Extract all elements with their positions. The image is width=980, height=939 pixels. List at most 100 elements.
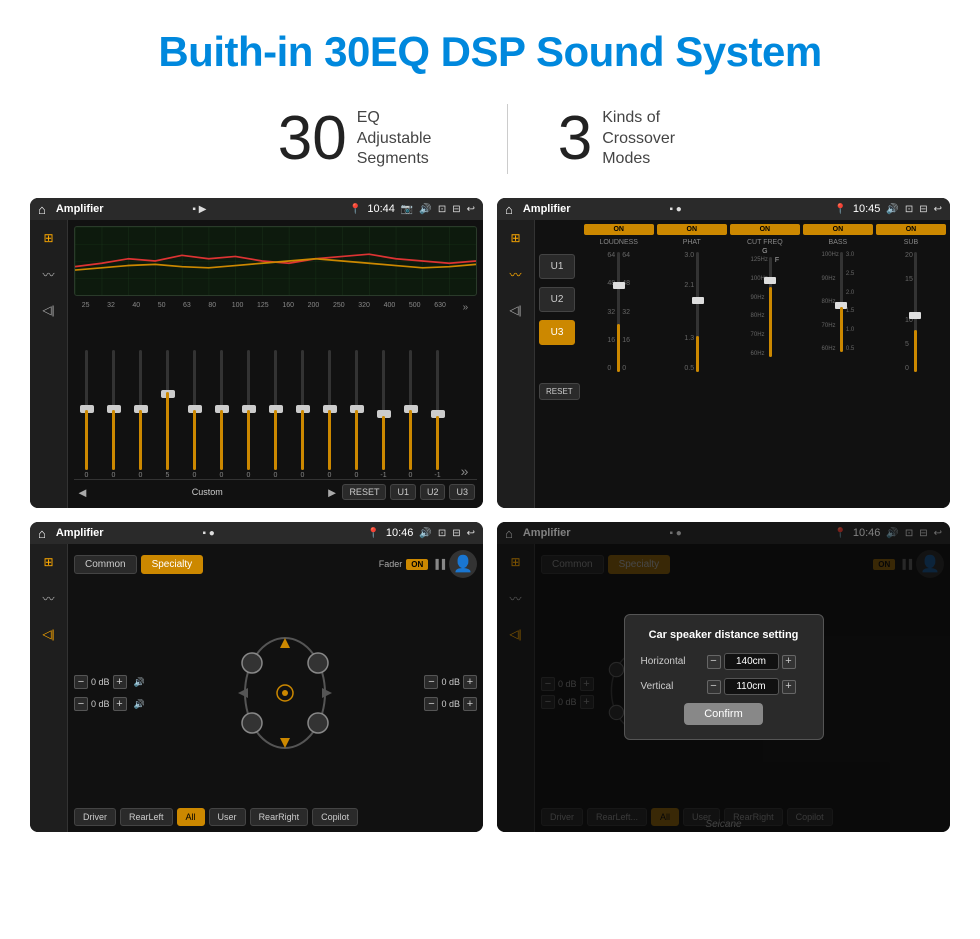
screen3-content: ⊞ 〰 ◁| Common Specialty Fader ON ▐▐ 👤 (30, 544, 483, 832)
loudness-label: LOUDNESS (599, 239, 638, 246)
eq-graph (74, 226, 477, 296)
screen4: ⌂ Amplifier ▪ ● 📍 10:46 🔊 ⊡ ⊟ ↩ ⊞ 〰 ◁| C… (497, 522, 950, 832)
copilot-btn-s3[interactable]: Copilot (312, 808, 358, 826)
sidebar-wave-icon-s3[interactable]: 〰 (37, 588, 61, 608)
sidebar-wave-icon-s2[interactable]: 〰 (504, 264, 528, 284)
home-icon-s2[interactable]: ⌂ (505, 202, 513, 217)
freq-32: 32 (99, 302, 122, 313)
prev-icon[interactable]: ◄ (76, 485, 89, 500)
fader-3[interactable]: 0 (128, 350, 153, 479)
sub-on: ON (876, 224, 946, 235)
screen3-statusbar: ⌂ Amplifier ▪ ● 📍 10:46 🔊 ⊡ ⊟ ↩ (30, 522, 483, 544)
fader-4[interactable]: 5 (155, 350, 180, 479)
sub-fader[interactable] (914, 252, 917, 372)
bass-on: ON (803, 224, 873, 235)
phat-label: PHAT (683, 239, 701, 246)
freq-500: 500 (403, 302, 426, 313)
confirm-button[interactable]: Confirm (684, 703, 763, 725)
reset-button-s1[interactable]: RESET (342, 484, 386, 500)
specialty-tab-s3[interactable]: Specialty (141, 555, 204, 574)
fader-1[interactable]: 0 (74, 350, 99, 479)
freq-630: 630 (428, 302, 451, 313)
fader-11[interactable]: 0 (344, 350, 369, 479)
reset-btn-s2[interactable]: RESET (539, 383, 580, 400)
back-icon-s2[interactable]: ↩ (934, 204, 942, 215)
person-icon-s3: 👤 (449, 550, 477, 578)
car-diagram-area-s3 (151, 582, 419, 804)
rearleft-btn-s3[interactable]: RearLeft (120, 808, 173, 826)
screen-icon: ⊡ (438, 204, 446, 215)
screen3-icons: ▪ ● (202, 528, 214, 539)
sidebar-eq-icon-s3[interactable]: ⊞ (37, 552, 61, 572)
sidebar-wave-icon[interactable]: 〰 (37, 264, 61, 284)
home-icon-s3[interactable]: ⌂ (38, 526, 46, 541)
minus-btn-2-s3[interactable]: − (74, 697, 88, 711)
sidebar-speaker-icon-s3[interactable]: ◁| (37, 624, 61, 644)
horizontal-minus-btn[interactable]: − (707, 655, 721, 669)
sidebar-speaker-icon[interactable]: ◁| (37, 300, 61, 320)
sidebar-eq-icon-s2[interactable]: ⊞ (504, 228, 528, 248)
volume-icon-s3: 🔊 (419, 528, 431, 539)
sidebar-speaker-icon-s2[interactable]: ◁| (504, 300, 528, 320)
fader-5[interactable]: 0 (182, 350, 207, 479)
loudness-fader[interactable] (617, 252, 620, 372)
cutfreq-label: CUT FREQ (747, 239, 783, 246)
freq-63: 63 (175, 302, 198, 313)
plus-btn-2-s3[interactable]: + (113, 697, 127, 711)
volume-icon-s2: 🔊 (886, 204, 898, 215)
freq-40: 40 (125, 302, 148, 313)
fader-9[interactable]: 0 (290, 350, 315, 479)
user-btn-s3[interactable]: User (209, 808, 246, 826)
minus-btn-1-s3[interactable]: − (74, 675, 88, 689)
horizontal-row: Horizontal − 140cm + (641, 653, 807, 670)
fader-2[interactable]: 0 (101, 350, 126, 479)
plus-btn-3-s3[interactable]: + (463, 675, 477, 689)
plus-btn-4-s3[interactable]: + (463, 697, 477, 711)
bottom-buttons-s3: Driver RearLeft All User RearRight Copil… (74, 808, 477, 826)
back-icon[interactable]: ↩ (467, 204, 475, 215)
cutfreq-fader[interactable] (769, 257, 772, 357)
more-fader[interactable]: » (452, 463, 477, 479)
common-tab-s3[interactable]: Common (74, 555, 137, 574)
u1-button-s1[interactable]: U1 (390, 484, 416, 500)
stat2-number: 3 (558, 108, 592, 170)
phat-fader[interactable] (696, 252, 699, 372)
freq-320: 320 (352, 302, 375, 313)
fader-13[interactable]: 0 (398, 350, 423, 479)
driver-btn-s3[interactable]: Driver (74, 808, 116, 826)
left-controls-s3: − 0 dB + 🔊 − 0 dB + 🔊 (74, 582, 145, 804)
u3-button-s1[interactable]: U3 (449, 484, 475, 500)
back-icon-s3[interactable]: ↩ (467, 528, 475, 539)
u1-btn-s2[interactable]: U1 (539, 254, 575, 279)
fader-7[interactable]: 0 (236, 350, 261, 479)
u2-btn-s2[interactable]: U2 (539, 287, 575, 312)
channel-loudness: ON LOUDNESS 644832160 644832160 (584, 224, 654, 504)
all-btn-s3[interactable]: All (177, 808, 205, 826)
minus-control-1-s3: − 0 dB + 🔊 (74, 675, 145, 689)
vertical-minus-btn[interactable]: − (707, 680, 721, 694)
vertical-plus-btn[interactable]: + (782, 680, 796, 694)
plus-btn-1-s3[interactable]: + (113, 675, 127, 689)
horizontal-plus-btn[interactable]: + (782, 655, 796, 669)
screen1-statusbar: ⌂ Amplifier ▪ ▶ 📍 10:44 📷 🔊 ⊡ ⊟ ↩ (30, 198, 483, 220)
home-icon[interactable]: ⌂ (38, 202, 46, 217)
fader-8[interactable]: 0 (263, 350, 288, 479)
freq-100: 100 (226, 302, 249, 313)
u3-btn-s2[interactable]: U3 (539, 320, 575, 345)
fader-14[interactable]: -1 (425, 350, 450, 479)
minus-btn-3-s3[interactable]: − (424, 675, 438, 689)
horizontal-control: − 140cm + (707, 653, 796, 670)
next-icon[interactable]: ► (326, 485, 339, 500)
minus-btn-4-s3[interactable]: − (424, 697, 438, 711)
u2-button-s1[interactable]: U2 (420, 484, 446, 500)
fader-6[interactable]: 0 (209, 350, 234, 479)
fader-12[interactable]: -1 (371, 350, 396, 479)
channel-bass: ON BASS 100Hz90Hz80Hz70Hz60Hz 3.02.52.01… (803, 224, 873, 504)
rearright-btn-s3[interactable]: RearRight (250, 808, 309, 826)
fader-10[interactable]: 0 (317, 350, 342, 479)
bass-fader[interactable] (840, 252, 843, 352)
screen2-content: ⊞ 〰 ◁| U1 U2 U3 RESET ON LOUDNESS (497, 220, 950, 508)
sidebar-eq-icon[interactable]: ⊞ (37, 228, 61, 248)
fader-label-s3: Fader (379, 559, 403, 569)
cutfreq-on: ON (730, 224, 800, 235)
